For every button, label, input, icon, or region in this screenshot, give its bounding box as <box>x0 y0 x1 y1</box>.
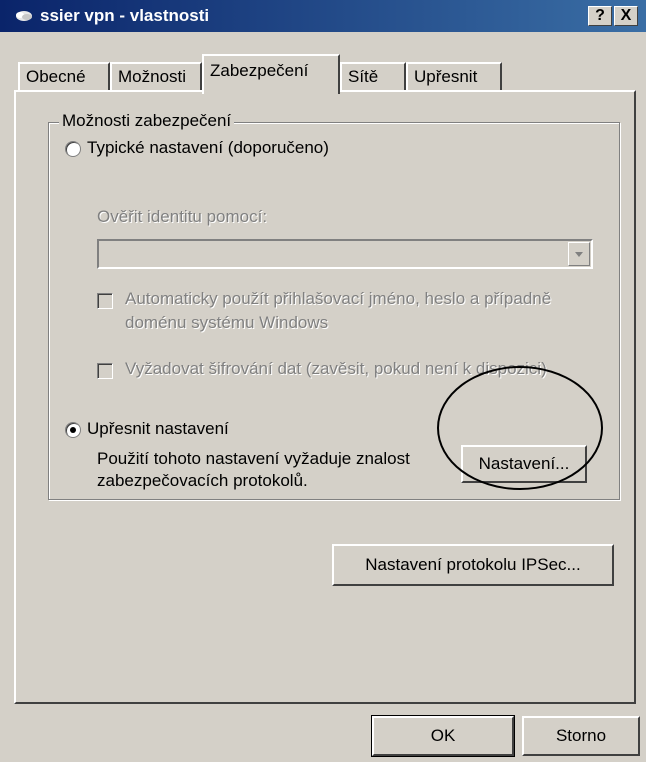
tab-security[interactable]: Zabezpečení <box>202 54 340 94</box>
group-title: Možnosti zabezpečení <box>59 111 235 131</box>
title-bar[interactable]: ssier vpn - vlastnosti ? X <box>0 0 646 32</box>
tab-advanced[interactable]: Upřesnit <box>406 62 502 92</box>
advanced-settings-label[interactable]: Upřesnit nastavení <box>87 419 229 439</box>
close-button[interactable]: X <box>614 6 638 26</box>
typical-settings-label[interactable]: Typické nastavení (doporučeno) <box>87 138 329 158</box>
auto-login-label-line2: doménu systému Windows <box>125 313 329 332</box>
network-connection-icon <box>16 11 32 21</box>
help-button[interactable]: ? <box>588 6 612 26</box>
typical-settings-radio[interactable] <box>65 141 81 157</box>
cancel-button[interactable]: Storno <box>522 716 640 756</box>
chevron-down-icon <box>575 252 583 257</box>
ipsec-settings-button[interactable]: Nastavení protokolu IPSec... <box>332 544 614 586</box>
dropdown-arrow-button[interactable] <box>568 242 590 266</box>
ok-button-label: OK <box>430 726 456 745</box>
ok-button[interactable]: OK <box>371 715 515 757</box>
advanced-settings-button-label: Nastavení... <box>478 454 570 473</box>
window-title: ssier vpn - vlastnosti <box>40 6 210 25</box>
properties-window: ssier vpn - vlastnosti ? X Obecné Možnos… <box>0 0 646 762</box>
tab-options[interactable]: Možnosti <box>110 62 202 92</box>
tab-general[interactable]: Obecné <box>18 62 110 92</box>
verify-identity-dropdown[interactable] <box>97 239 593 269</box>
cancel-button-label: Storno <box>555 726 607 745</box>
verify-identity-label: Ověřit identitu pomocí: <box>97 207 268 226</box>
advanced-description-line2: zabezpečovacích protokolů. <box>97 471 308 490</box>
auto-login-label-line1: Automaticky použít přihlašovací jméno, h… <box>125 289 552 308</box>
tab-networking[interactable]: Sítě <box>340 62 406 92</box>
ipsec-settings-button-label: Nastavení protokolu IPSec... <box>365 555 581 574</box>
security-tab-panel: Možnosti zabezpečení Typické nastavení (… <box>14 90 636 704</box>
require-encryption-checkbox[interactable] <box>97 363 113 379</box>
security-options-group: Možnosti zabezpečení Typické nastavení (… <box>48 111 620 500</box>
advanced-description-line1: Použití tohoto nastavení vyžaduje znalos… <box>97 449 410 468</box>
require-encryption-label: Vyžadovat šifrování dat (zavěsit, pokud … <box>125 359 547 378</box>
advanced-settings-button[interactable]: Nastavení... <box>461 445 587 483</box>
auto-login-checkbox[interactable] <box>97 293 113 309</box>
advanced-settings-radio[interactable] <box>65 422 81 438</box>
